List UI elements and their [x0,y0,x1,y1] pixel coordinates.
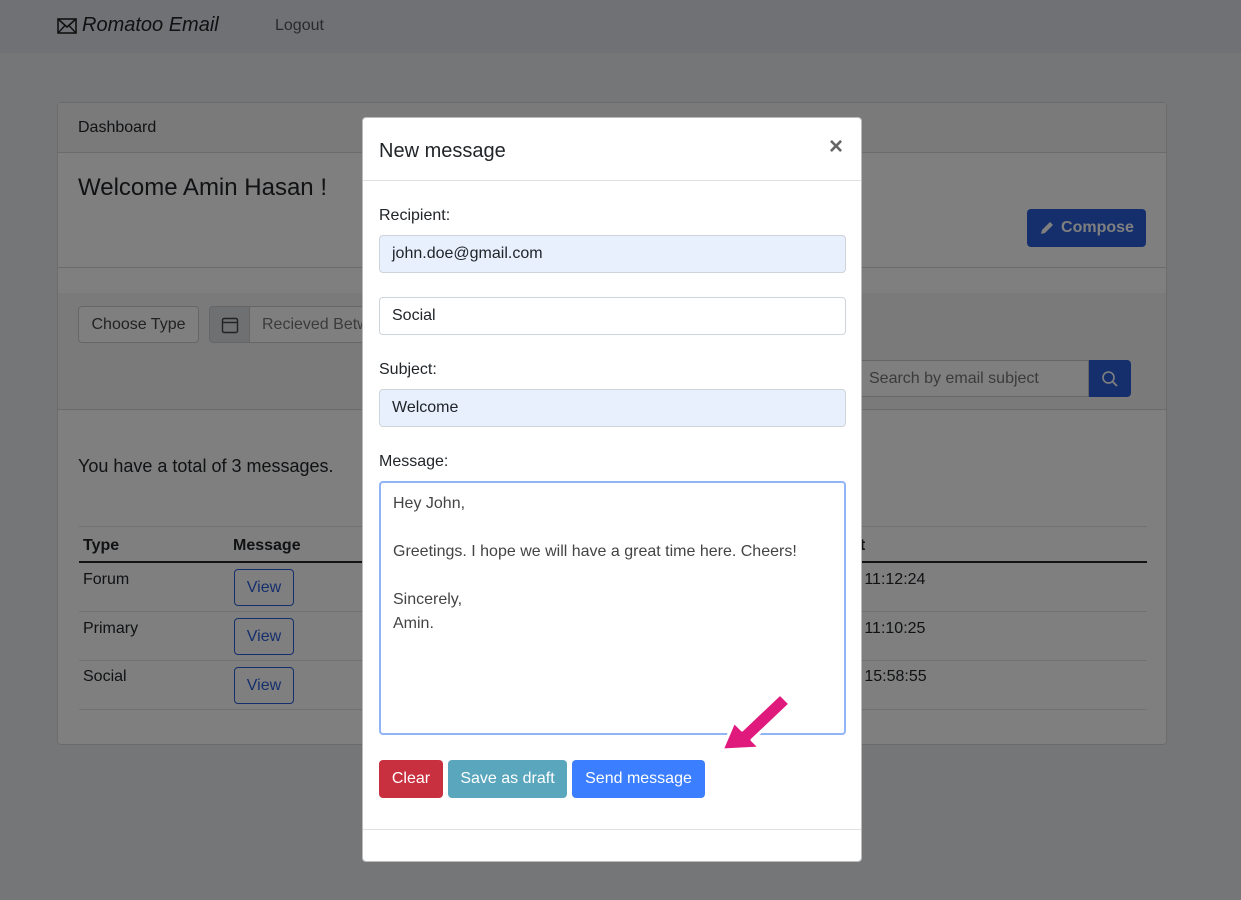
close-icon[interactable]: × [829,133,843,161]
message-type-select[interactable]: Social [379,297,846,335]
recipient-label: Recipient: [379,207,451,224]
message-label: Message: [379,453,449,470]
subject-field[interactable]: Welcome [379,389,846,427]
modal-footer [363,829,861,830]
save-draft-button[interactable]: Save as draft [448,760,567,798]
subject-label: Subject: [379,361,437,378]
send-message-button[interactable]: Send message [572,760,705,798]
clear-button[interactable]: Clear [379,760,443,798]
modal-title: New message [379,140,506,162]
annotation-arrow-icon [720,692,792,752]
recipient-field[interactable]: john.doe@gmail.com [379,235,846,273]
divider [363,180,861,181]
